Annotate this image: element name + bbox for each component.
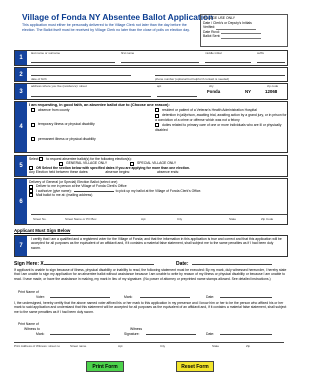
date-of-birth-field[interactable] [31,69,131,76]
section-3-address: 3 address where you live (residence): st… [14,83,288,100]
section-number: 1 [15,51,27,65]
print-name-witness-label: Print Name of [18,322,39,326]
office-use-box: VILLAGE USE ONLY Date / Clerk's or Deput… [200,14,288,47]
section-4-reason: 4 I am requesting, in good faith, an abs… [14,101,288,153]
first-name-field[interactable] [121,56,199,63]
witness-signature-field[interactable] [146,328,196,335]
reason-veteran-option[interactable]: resident or patient of a Veteran's Healt… [155,108,287,113]
checkbox[interactable] [31,136,35,141]
delivery-mail-option[interactable]: Mail ballot to me at: (mailing address) [29,193,285,198]
signature-field[interactable] [44,258,154,265]
apt-field[interactable] [157,90,197,97]
witness-date-field[interactable] [220,328,272,335]
mark-field[interactable] [140,291,190,298]
checkbox[interactable] [31,122,35,127]
sign-here-label: Sign Here: X [14,261,44,267]
suffix-field[interactable] [257,56,285,63]
voter-label: Voter: [36,295,45,299]
reason-detention-option[interactable]: detention in jail/prison, awaiting trial… [155,113,287,122]
mark-date-label: Date: [206,295,215,299]
phone-field[interactable] [155,69,285,76]
mark-date-field[interactable] [220,291,272,298]
election-select-checkbox[interactable] [39,157,44,162]
section-number: 6 [15,179,27,224]
witness-label: Witness [130,327,143,331]
voter-name-field[interactable] [50,291,110,298]
checkbox[interactable] [155,108,159,113]
mailing-address-field[interactable] [31,208,287,215]
declaration-text: I certify that I am a qualified and a re… [31,237,282,250]
intro-text: This application must either be personal… [22,23,190,32]
section-7-declaration: 7 I certify that I am a qualified and a … [14,235,288,257]
witness-address-field[interactable] [14,336,284,343]
reason-caregiver-option[interactable]: duties related to primary care of one or… [155,123,287,132]
last-name-field[interactable] [31,56,115,63]
reason-temporary-option[interactable]: temporary illness or physical disability [31,122,149,127]
section-number: 7 [15,236,27,256]
section-5-election: 5 Select to request absentee ballot(s) f… [14,155,288,177]
city-value: Fonda [207,89,221,94]
signature-date-field[interactable] [192,258,272,265]
section-2-dob: 2 date of birth phone number (optional b… [14,67,288,82]
state-value: NY [245,89,252,94]
witness-statement: I, the undersigned, hereby certify that … [14,301,287,314]
street-address-field[interactable] [31,90,151,97]
signature-date-label: Date: [176,261,189,267]
section-1-name: 1 last name or surname first name middle… [14,50,288,66]
signature-heading: Applicant Must Sign Below [14,228,71,233]
form-title: Village of Fonda NY Absentee Ballot Appl… [22,12,214,22]
reason-absence-option[interactable]: absence from county [31,108,149,113]
zip-value: 12068 [265,89,278,94]
reason-permanent-option[interactable]: permanent illness or physical disability [31,137,149,141]
checkbox[interactable] [31,108,35,113]
section-number: 5 [15,156,27,176]
witness-to-label: Witness to [24,327,40,331]
reset-form-button[interactable]: Reset Form [176,361,214,372]
middle-initial-field[interactable] [205,56,251,63]
checkbox[interactable] [29,184,33,189]
print-form-button[interactable]: Print Form [86,361,124,372]
section-number: 4 [15,102,27,152]
checkbox[interactable] [29,193,33,198]
print-name-label: Print Name of [18,290,39,294]
section-number: 3 [15,84,27,99]
section-number: 2 [15,68,27,81]
mark-label: Mark: [124,295,133,299]
mark-statement: If applicant is unable to sign because o… [14,268,287,281]
section-6-delivery: 6 Delivery of General (or Special) Elect… [14,178,288,225]
witness-name-field[interactable] [50,328,110,335]
office-sent-line[interactable]: Ballot Sent: [203,34,285,39]
